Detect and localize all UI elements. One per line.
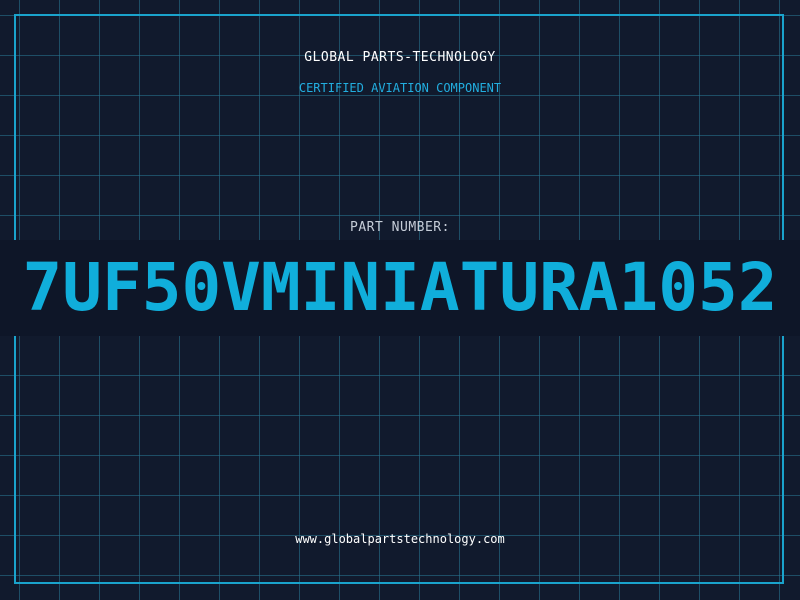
- website-url: www.globalpartstechnology.com: [295, 532, 505, 546]
- company-name: GLOBAL PARTS-TECHNOLOGY: [304, 50, 496, 65]
- part-number-value: 7UF50VMINIATURA1052: [22, 249, 778, 326]
- part-number-band: 7UF50VMINIATURA1052: [0, 240, 800, 336]
- subtitle: CERTIFIED AVIATION COMPONENT: [298, 81, 502, 95]
- part-number-label: PART NUMBER:: [350, 220, 450, 235]
